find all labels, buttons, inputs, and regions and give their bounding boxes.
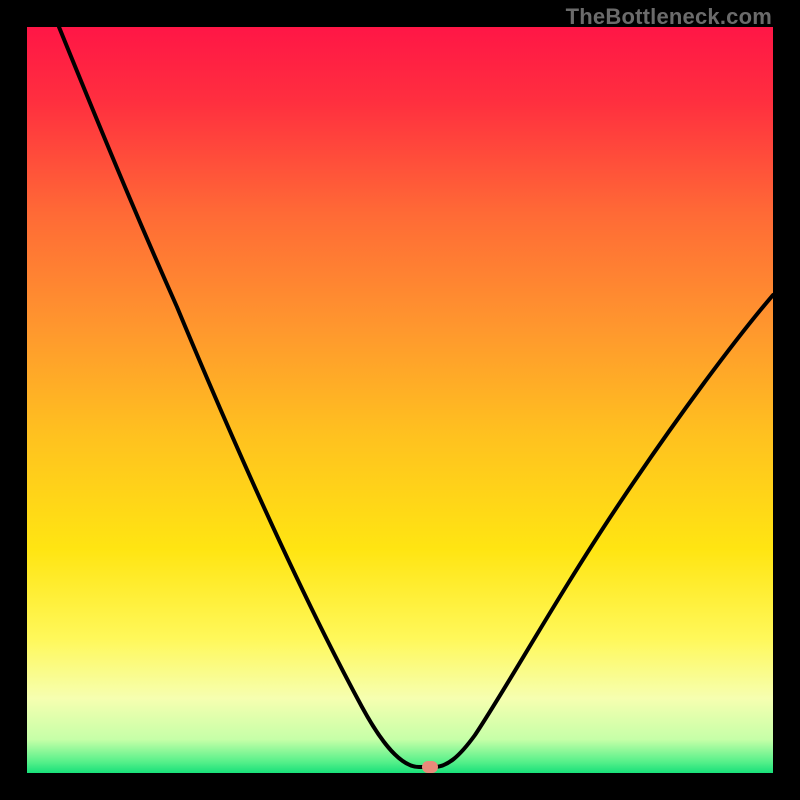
chart-frame: TheBottleneck.com — [0, 0, 800, 800]
minimum-marker — [422, 761, 438, 773]
gradient-background — [27, 27, 773, 773]
attribution-text: TheBottleneck.com — [566, 4, 772, 30]
bottleneck-chart — [27, 27, 773, 773]
